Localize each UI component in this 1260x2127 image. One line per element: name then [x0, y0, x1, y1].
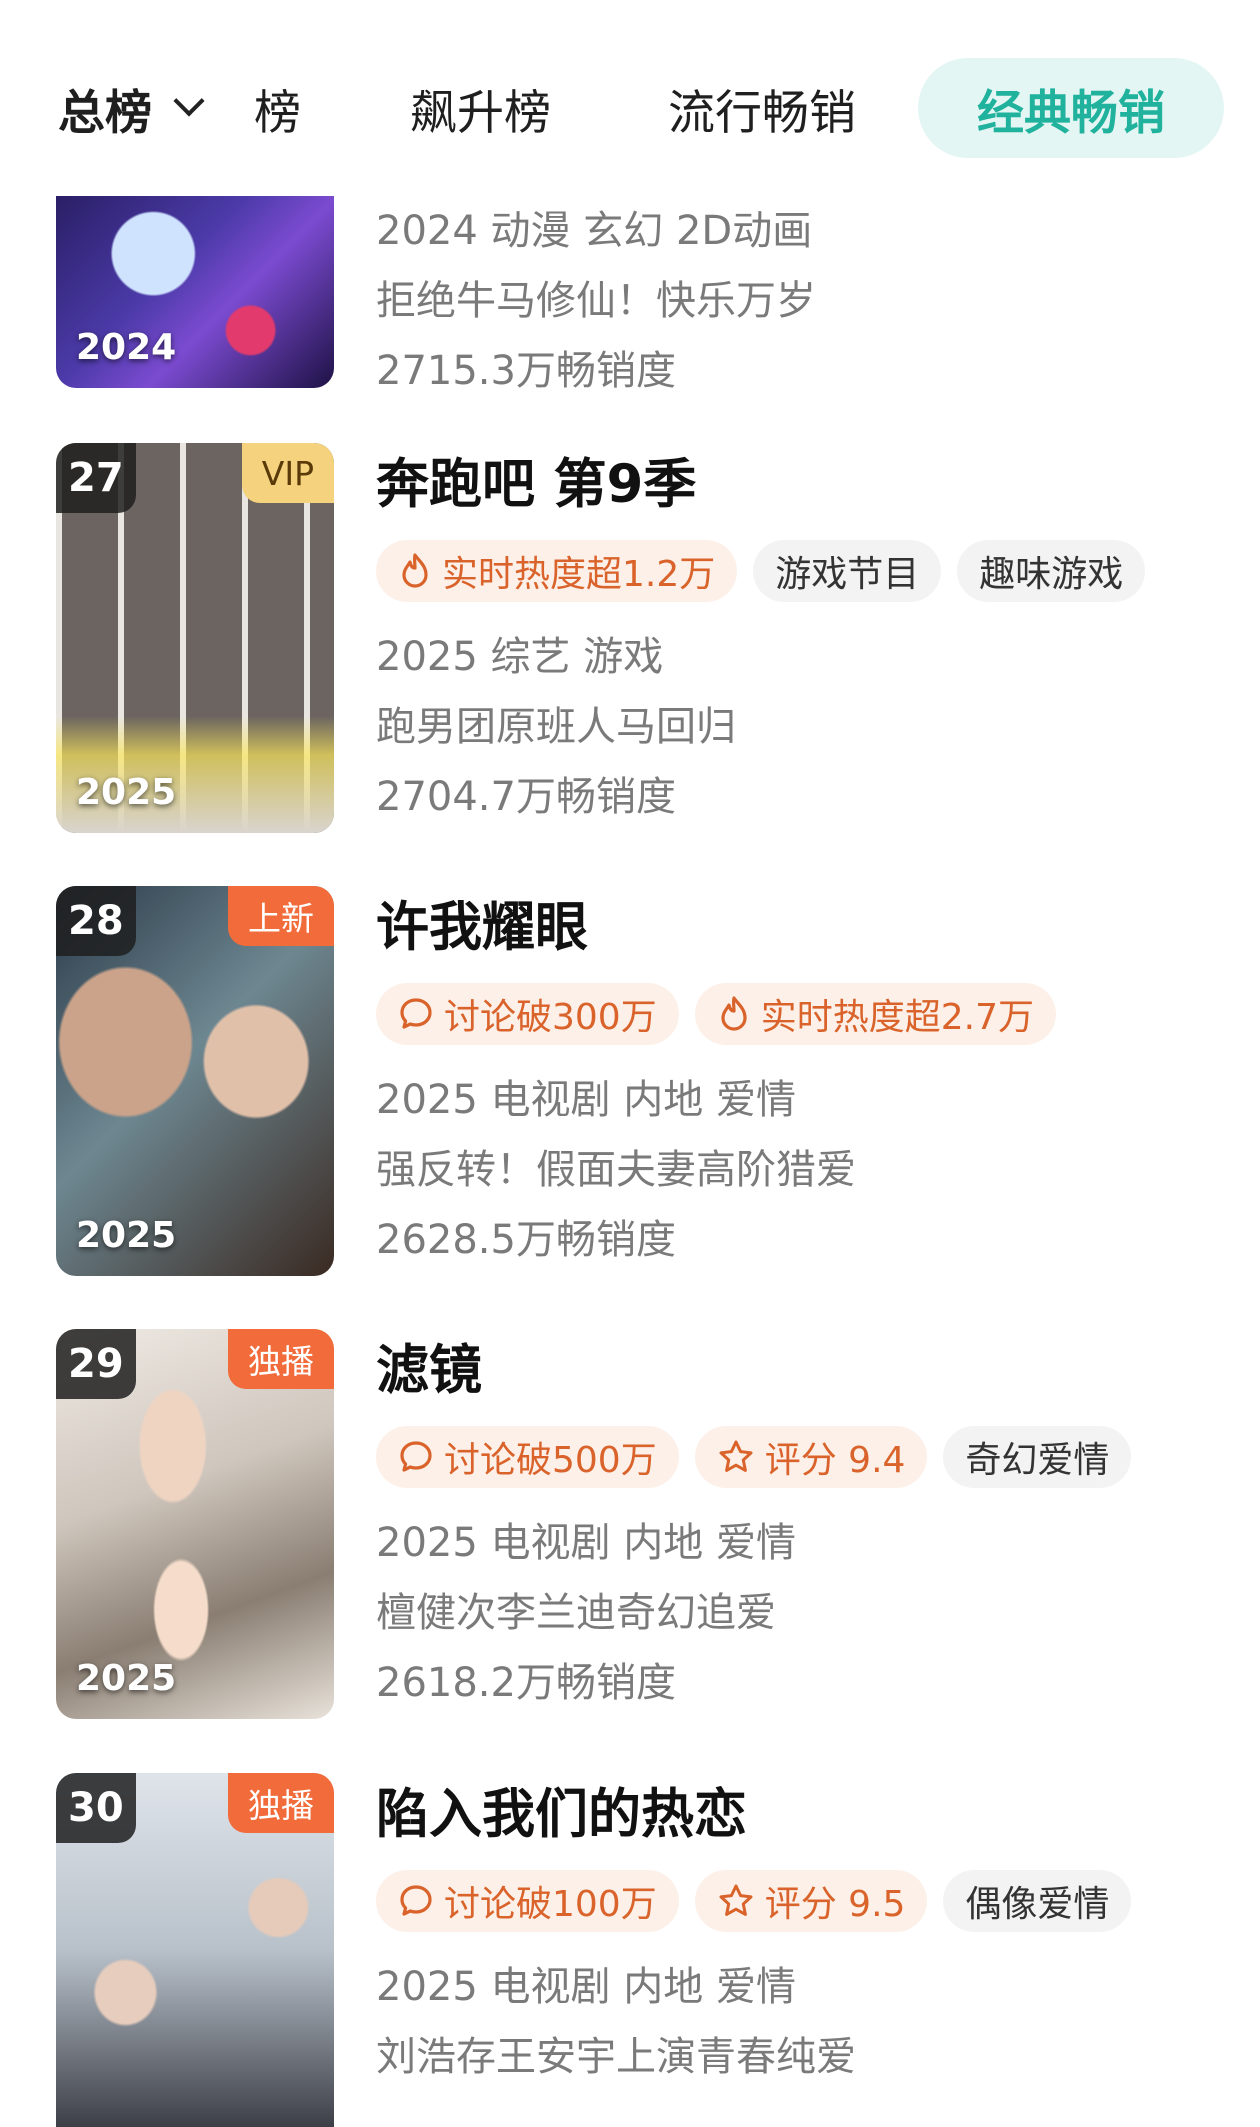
- tag-genre[interactable]: 奇幻爱情: [943, 1426, 1132, 1488]
- tab-popular-bestseller[interactable]: 流行畅销: [668, 58, 856, 158]
- star-icon: [717, 1439, 755, 1475]
- tab-total-label: 总榜: [58, 85, 152, 141]
- poster-year: 2025: [76, 1215, 177, 1256]
- tab-total-ranking[interactable]: 总榜: [58, 58, 205, 158]
- sales-score: 2715.3万畅销度: [376, 348, 676, 394]
- description: 檀健次李兰迪奇幻追爱: [376, 1590, 776, 1636]
- rank-badge: 27: [56, 443, 136, 513]
- genre-line: 2025 电视剧 内地 爱情: [376, 1077, 796, 1123]
- star-icon: [717, 1883, 755, 1919]
- chevron-down-icon: [173, 85, 205, 117]
- genre-line: 2025 电视剧 内地 爱情: [376, 1520, 796, 1566]
- sales-score: 2628.5万畅销度: [376, 1217, 676, 1263]
- tag-label: 评分 9.4: [764, 1440, 906, 1481]
- vip-badge: VIP: [241, 443, 334, 503]
- description: 拒绝牛马修仙！快乐万岁: [376, 278, 816, 324]
- new-badge: 上新: [228, 886, 334, 946]
- exclusive-badge: 独播: [228, 1329, 334, 1389]
- poster-image[interactable]: 27 VIP 2025: [56, 443, 334, 833]
- poster-image[interactable]: 30 独播: [56, 1773, 334, 2127]
- ranking-tab-bar: 总榜 榜 飙升榜 流行畅销 经典畅销: [0, 0, 1260, 196]
- poster-image[interactable]: 29 独播 2025: [56, 1329, 334, 1719]
- item-title[interactable]: 陷入我们的热恋: [376, 1780, 1220, 1850]
- tag-heat: 实时热度超1.2万: [376, 540, 738, 602]
- tag-discussion: 讨论破500万: [376, 1426, 679, 1488]
- poster-image[interactable]: 28 上新 2025: [56, 886, 334, 1276]
- chat-bubble-icon: [398, 996, 434, 1032]
- tab-classic-bestseller[interactable]: 经典畅销: [918, 58, 1224, 158]
- description: 强反转！假面夫妻高阶猎爱: [376, 1147, 856, 1193]
- rank-badge: 29: [56, 1329, 136, 1399]
- tag-genre[interactable]: 趣味游戏: [957, 540, 1146, 602]
- tag-heat: 实时热度超2.7万: [694, 983, 1056, 1045]
- item-title[interactable]: 奔跑吧 第9季: [376, 450, 1220, 520]
- chat-bubble-icon: [398, 1883, 434, 1919]
- tag-discussion: 讨论破100万: [376, 1870, 679, 1932]
- tag-label: 讨论破100万: [444, 1884, 657, 1925]
- poster-year: 2024: [76, 327, 177, 368]
- tag-genre[interactable]: 游戏节目: [753, 540, 942, 602]
- chat-bubble-icon: [398, 1439, 434, 1475]
- genre-line: 2025 综艺 游戏: [376, 634, 664, 680]
- flame-icon: [717, 995, 751, 1033]
- tag-rating: 评分 9.5: [694, 1870, 928, 1932]
- flame-icon: [398, 552, 432, 590]
- exclusive-badge: 独播: [228, 1773, 334, 1833]
- tag-label: 讨论破500万: [444, 1440, 657, 1481]
- genre-line: 2024 动漫 玄幻 2D动画: [376, 208, 813, 254]
- item-title[interactable]: 滤镜: [376, 1336, 1220, 1406]
- tag-label: 实时热度超1.2万: [442, 554, 716, 595]
- description: 跑男团原班人马回归: [376, 704, 736, 750]
- tag-discussion: 讨论破300万: [376, 983, 679, 1045]
- tag-label: 实时热度超2.7万: [760, 997, 1034, 1038]
- tag-label: 讨论破300万: [444, 997, 657, 1038]
- genre-line: 2025 电视剧 内地 爱情: [376, 1964, 796, 2010]
- description: 刘浩存王安宇上演青春纯爱: [376, 2034, 856, 2080]
- tag-genre[interactable]: 偶像爱情: [943, 1870, 1132, 1932]
- rank-badge: 30: [56, 1773, 136, 1843]
- poster-image[interactable]: 2024: [56, 196, 334, 388]
- sales-score: 2618.2万畅销度: [376, 1660, 676, 1706]
- item-title[interactable]: 许我耀眼: [376, 893, 1220, 963]
- tab-partial[interactable]: 榜: [254, 58, 301, 158]
- poster-year: 2025: [76, 772, 177, 813]
- sales-score: 2704.7万畅销度: [376, 774, 676, 820]
- tag-label: 评分 9.5: [764, 1884, 906, 1925]
- tab-rising[interactable]: 飙升榜: [410, 58, 551, 158]
- poster-year: 2025: [76, 1658, 177, 1699]
- rank-badge: 28: [56, 886, 136, 956]
- tag-rating: 评分 9.4: [694, 1426, 928, 1488]
